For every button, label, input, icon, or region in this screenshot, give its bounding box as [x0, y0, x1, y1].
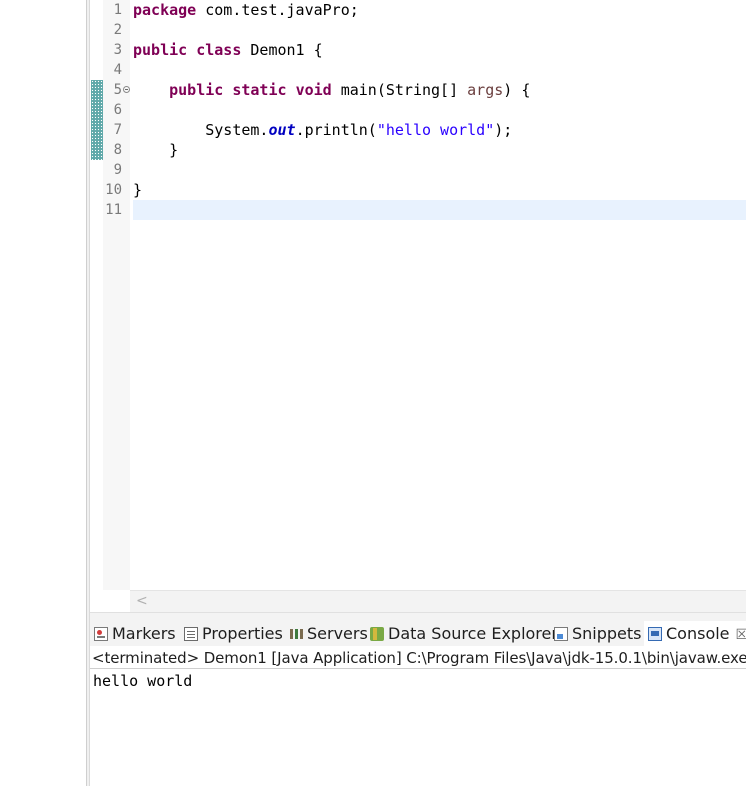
servers-icon [289, 627, 303, 641]
code-line[interactable]: } [133, 140, 746, 160]
tab-markers[interactable]: Markers [94, 623, 176, 645]
tab-label: Snippets [572, 624, 642, 643]
close-tab-icon[interactable]: ☒ [736, 627, 746, 643]
console-output[interactable]: hello world [93, 671, 192, 691]
code-line[interactable] [133, 60, 746, 80]
code-token: public [133, 41, 188, 59]
code-token: static [232, 81, 287, 99]
bottom-panel: Markers Properties Servers Data Source E… [90, 612, 746, 786]
code-line[interactable] [133, 100, 746, 120]
line-number: 4 [113, 62, 122, 78]
quick-diff-change-bar [91, 80, 103, 160]
tab-data-source-explorer[interactable]: Data Source Explorer [370, 623, 558, 645]
console-icon [648, 627, 662, 641]
line-number: 7 [113, 122, 122, 138]
snippets-icon [554, 627, 568, 641]
tab-properties[interactable]: Properties [184, 623, 283, 645]
properties-icon [184, 627, 198, 641]
line-number: 9 [113, 162, 122, 178]
code-token: .println( [295, 121, 377, 139]
code-token: args [467, 81, 504, 99]
code-token: System. [133, 121, 269, 139]
code-line[interactable]: package com.test.javaPro; [133, 0, 746, 20]
code-token: main(String[] [331, 81, 468, 99]
code-line[interactable]: public class Demon1 { [133, 40, 746, 60]
markers-icon [94, 627, 108, 641]
code-token: "hello world" [376, 121, 495, 139]
overview-ruler [90, 0, 103, 590]
code-line[interactable]: } [133, 180, 746, 200]
code-token: com.test.javaPro; [196, 1, 359, 19]
java-editor[interactable]: 1 2 3 4 5 6 7 8 9 10 11 package com.test.javaPro; p… [90, 0, 746, 612]
line-number: 10 [105, 182, 122, 198]
code-token: public [169, 81, 224, 99]
tab-label: Properties [202, 624, 283, 643]
line-number: 5 [113, 82, 122, 98]
line-number: 2 [113, 22, 122, 38]
console-status-line: <terminated> Demon1 [Java Application] C… [92, 649, 746, 667]
line-number-gutter: 1 2 3 4 5 6 7 8 9 10 11 [103, 0, 130, 590]
tab-label: Markers [112, 624, 176, 643]
panel-tab-bar: Markers Properties Servers Data Source E… [90, 612, 746, 647]
code-area[interactable]: package com.test.javaPro; public class De… [133, 0, 746, 590]
line-number: 6 [113, 102, 122, 118]
code-token: void [295, 81, 332, 99]
code-line[interactable]: public static void main(String[] args) { [133, 80, 746, 100]
code-token: package [133, 1, 197, 19]
code-line[interactable] [133, 200, 746, 220]
code-line[interactable] [133, 160, 746, 180]
code-token: out [268, 121, 296, 139]
code-token: ); [494, 121, 513, 139]
console-divider [90, 668, 746, 669]
code-token: } [133, 181, 143, 199]
code-line[interactable]: System.out.println("hello world"); [133, 120, 746, 140]
code-token: } [133, 141, 179, 159]
line-number: 1 [113, 2, 122, 18]
code-token: ) { [503, 81, 531, 99]
eclipse-window: 1 2 3 4 5 6 7 8 9 10 11 package com.test.javaPro; p… [0, 0, 746, 786]
tab-label: Data Source Explorer [388, 624, 558, 643]
code-token: Demon1 { [241, 41, 323, 59]
data-source-explorer-icon [370, 627, 384, 641]
tab-console[interactable]: Console ☒ [644, 621, 746, 647]
fold-collapse-icon[interactable] [123, 86, 130, 93]
line-number: 8 [113, 142, 122, 158]
tab-label: Console [666, 624, 730, 643]
line-number: 11 [105, 202, 122, 218]
horizontal-scrollbar[interactable]: < [130, 590, 746, 612]
tab-snippets[interactable]: Snippets [554, 623, 642, 645]
code-line[interactable] [133, 20, 746, 40]
line-number: 3 [113, 42, 122, 58]
scroll-left-arrow-icon[interactable]: < [136, 593, 148, 609]
tab-label: Servers [307, 624, 368, 643]
code-token: class [196, 41, 242, 59]
tab-servers[interactable]: Servers [289, 623, 368, 645]
